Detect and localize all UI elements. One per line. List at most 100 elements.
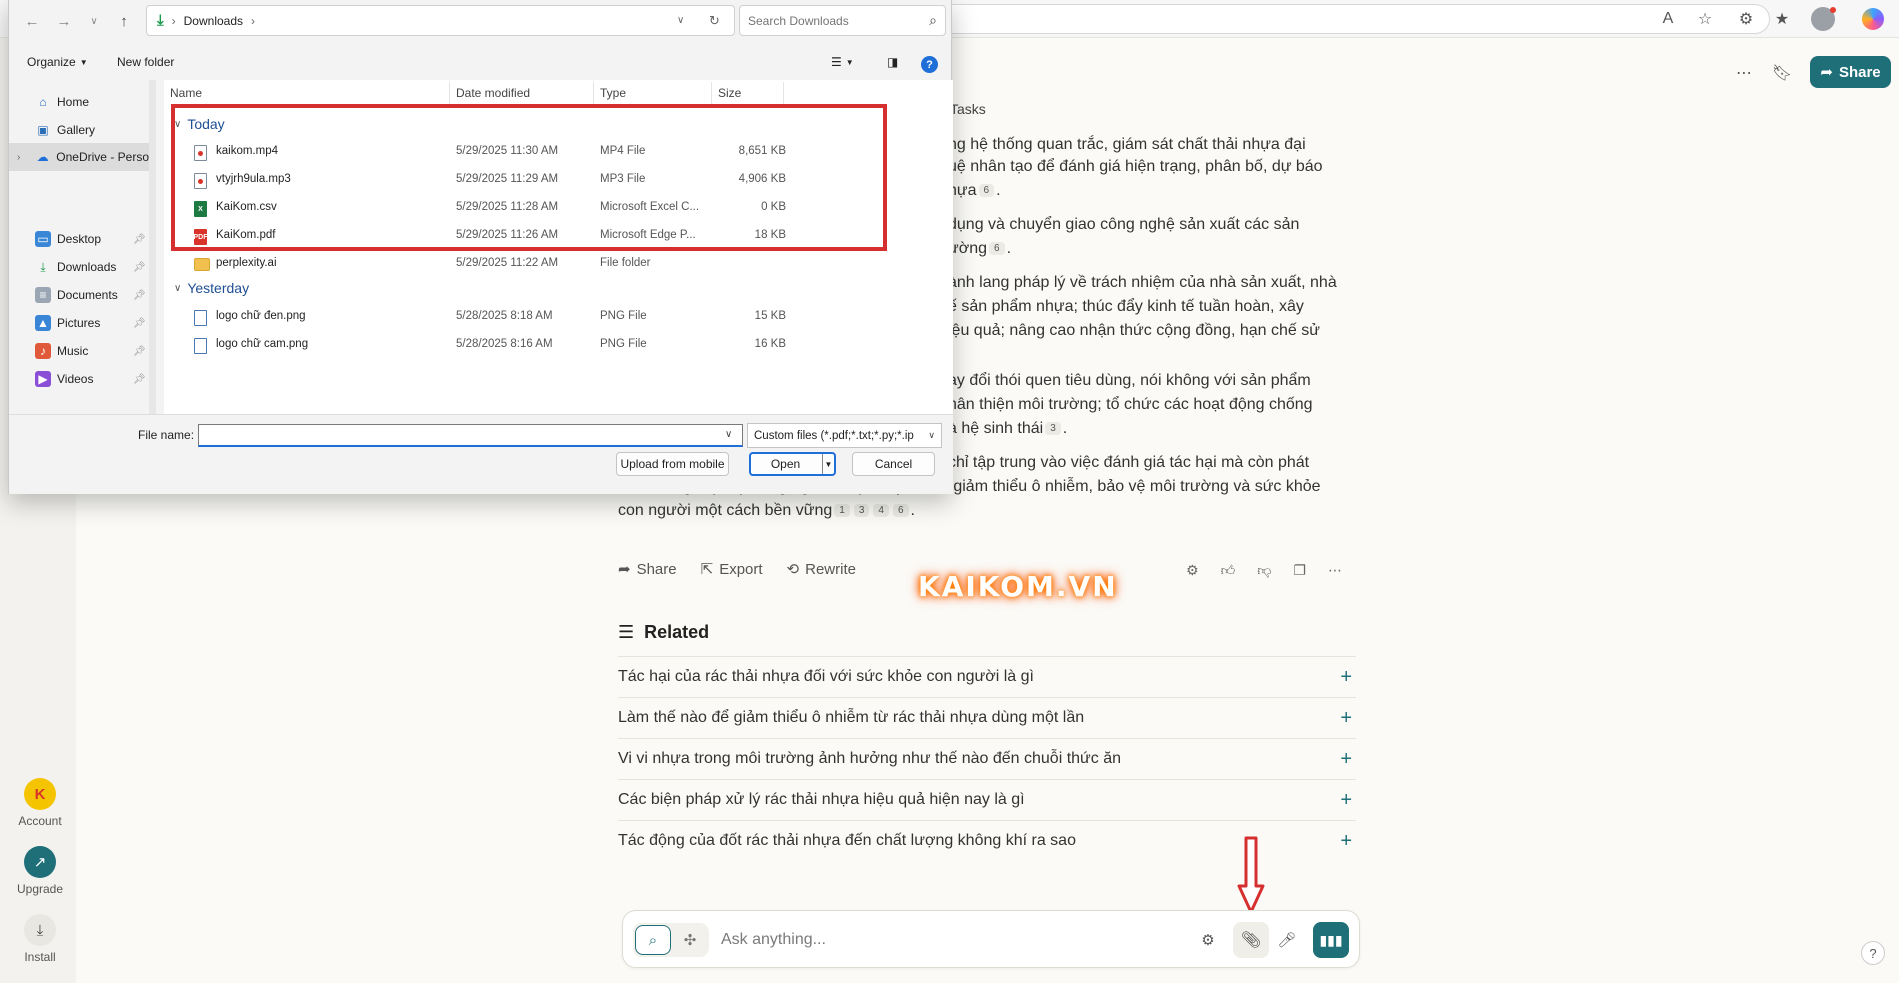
file-row[interactable]: perplexity.ai 5/29/2025 11:22 AM File fold… <box>164 250 804 277</box>
path-segment-downloads[interactable]: Downloads <box>184 14 243 28</box>
bookmark-icon[interactable]: 🔖︎ <box>1771 62 1793 84</box>
upload-from-mobile-button[interactable]: Upload from mobile <box>616 452 729 476</box>
column-date-modified[interactable]: Date modified <box>450 82 594 104</box>
file-row[interactable]: kaikom.mp4 5/29/2025 11:30 AM MP4 File 8,65… <box>164 138 804 165</box>
citation-badge[interactable]: 1 <box>834 504 850 518</box>
new-folder-button[interactable]: New folder <box>117 55 174 69</box>
group-yesterday[interactable]: ∨ Yesterday <box>174 280 249 296</box>
model-chip-icon[interactable]: ⚙ <box>1186 562 1199 579</box>
file-row[interactable]: PDF KaiKom.pdf 5/29/2025 11:26 AM Microsoft… <box>164 222 804 249</box>
answer-line: ành lang pháp lý về trách nhiệm của nhà … <box>948 274 1337 292</box>
related-item[interactable]: Tác hại của rác thải nhựa đối với sức kh… <box>618 656 1356 697</box>
navigation-pane-scrollbar[interactable] <box>149 80 156 414</box>
open-button[interactable]: Open ▼ <box>749 452 836 476</box>
sidebar-item-pictures[interactable]: ▲ Pictures 📌︎ <box>9 309 149 337</box>
search-mode-icon[interactable]: ⌕ <box>635 925 671 955</box>
preview-pane-icon[interactable]: ◨ <box>887 55 898 69</box>
file-row[interactable]: logo chữ đen.png 5/28/2025 8:18 AM PNG Fil… <box>164 303 804 330</box>
column-type[interactable]: Type <box>594 82 712 104</box>
related-item[interactable]: Các biện pháp xử lý rác thải nhựa hiệu q… <box>618 779 1356 820</box>
sidebar-item-music[interactable]: ♪ Music 📌︎ <box>9 337 149 365</box>
dialog-help-icon[interactable]: ? <box>921 56 938 73</box>
answer-line: hân thiện môi trường; tổ chức các hoạt đ… <box>948 396 1313 414</box>
extensions-icon[interactable]: ⚙ <box>1735 8 1757 30</box>
related-heading: ☰ Related <box>618 622 710 642</box>
thumbs-down-icon[interactable]: 👎︎ <box>1257 562 1271 579</box>
sidebar-item-documents[interactable]: ≡ Documents 📌︎ <box>9 281 149 309</box>
rail-account[interactable]: K Account <box>0 778 80 828</box>
copilot-icon[interactable] <box>1862 8 1884 30</box>
more-options-icon[interactable]: ⋯ <box>1733 62 1755 84</box>
pin-icon: 📌︎ <box>133 261 146 273</box>
sidebar-item-home[interactable]: ⌂ Home <box>9 88 149 116</box>
refresh-icon[interactable]: ↻ <box>709 6 720 35</box>
forward-arrow-icon[interactable]: → <box>53 10 75 32</box>
view-list-icon: ☰ <box>831 55 842 69</box>
expand-chevron-icon[interactable]: › <box>17 152 20 163</box>
export-button[interactable]: ⇱ Export <box>701 560 763 579</box>
file-type-filter[interactable]: Custom files (*.pdf;*.txt;*.py;*.ip ∨ <box>747 423 942 448</box>
answer-line: ế sản phẩm nhựa; thúc đẩy kinh tế tuần h… <box>948 298 1304 316</box>
citation-badge[interactable]: 3 <box>1045 422 1061 436</box>
cancel-button[interactable]: Cancel <box>852 452 935 476</box>
file-row[interactable]: X KaiKom.csv 5/29/2025 11:28 AM Microsoft E… <box>164 194 804 221</box>
watermark: KAIKOM.VN <box>918 570 1118 603</box>
answer-line: uệ nhân tạo để đánh giá hiện trạng, phân… <box>948 158 1323 176</box>
open-split-arrow-icon[interactable]: ▼ <box>822 454 834 474</box>
file-row[interactable]: logo chữ cam.png 5/28/2025 8:16 AM PNG Fil… <box>164 331 804 358</box>
ask-input[interactable] <box>721 925 1161 955</box>
more-icon[interactable]: ⋯ <box>1328 562 1342 579</box>
tab-tasks[interactable]: Tasks <box>950 101 986 117</box>
citation-badge[interactable]: 3 <box>853 504 870 518</box>
up-arrow-icon[interactable]: ↑ <box>113 10 135 32</box>
plus-icon: + <box>1340 706 1352 729</box>
citation-badge[interactable]: 6 <box>989 242 1005 256</box>
file-name-dropdown-icon[interactable]: ∨ <box>725 429 732 440</box>
organize-button[interactable]: Organize ▼ <box>27 55 88 69</box>
file-size: 18 KB <box>754 229 786 241</box>
attach-file-button[interactable]: 📎︎ <box>1233 922 1269 958</box>
citation-badge[interactable]: 6 <box>892 504 909 518</box>
sidebar-item-videos[interactable]: ▶ Videos 📌︎ <box>9 365 149 393</box>
related-item[interactable]: Làm thế nào để giảm thiểu ô nhiễm từ rác… <box>618 697 1356 738</box>
share-answer-button[interactable]: ➦ Share <box>618 560 677 579</box>
answer-line: chỉ tập trung vào việc đánh giá tác hại … <box>948 454 1309 472</box>
group-today[interactable]: ∨ Today <box>174 116 225 132</box>
sidebar-item-downloads[interactable]: ⤓ Downloads 📌︎ <box>9 253 149 281</box>
favorite-star-icon[interactable]: ☆ <box>1694 8 1716 30</box>
citation-badge[interactable]: 6 <box>978 184 995 198</box>
back-arrow-icon[interactable]: ← <box>21 10 43 32</box>
file-name-input[interactable] <box>198 424 743 447</box>
sidebar-item-gallery[interactable]: ▣ Gallery <box>9 116 149 144</box>
file-list: Name Date modified Type Size ∨ Today ∨ Y… <box>164 80 953 414</box>
column-name[interactable]: Name <box>164 82 450 104</box>
file-row[interactable]: vtyjrh9ula.mp3 5/29/2025 11:29 AM MP3 File… <box>164 166 804 193</box>
rail-install[interactable]: ⤓ Install <box>0 914 80 964</box>
share-button[interactable]: ➦ Share <box>1810 56 1891 88</box>
account-logo-icon: K <box>24 778 56 810</box>
rail-upgrade[interactable]: ↗ Upgrade <box>0 846 80 896</box>
sidebar-item-onedrive[interactable]: › ☁ OneDrive - Perso <box>9 143 149 171</box>
citation-badge[interactable]: 4 <box>873 504 889 518</box>
microphone-icon[interactable]: 🎤︎ <box>1274 927 1300 953</box>
plus-icon: + <box>1340 788 1352 811</box>
search-icon[interactable]: ⌕ <box>929 12 937 29</box>
thumbs-up-icon[interactable]: 👍︎ <box>1221 562 1236 579</box>
voice-mode-button[interactable]: ▮▮▮ <box>1313 922 1349 958</box>
favorites-icon[interactable]: ★ <box>1771 8 1793 30</box>
model-select-icon[interactable]: ⚙ <box>1195 927 1221 953</box>
help-button[interactable]: ? <box>1861 941 1885 965</box>
path-dropdown-icon[interactable]: ∨ <box>677 6 684 35</box>
path-bar[interactable]: ⤓ › Downloads › ∨ ↻ <box>146 5 735 36</box>
research-mode-icon[interactable]: ✣ <box>673 925 707 955</box>
column-size[interactable]: Size <box>712 82 784 104</box>
copy-icon[interactable]: ❐ <box>1293 562 1306 579</box>
read-aloud-icon[interactable]: A <box>1657 8 1679 30</box>
sidebar-item-desktop[interactable]: ▭ Desktop 📌︎ <box>9 225 149 253</box>
recent-locations-chevron-icon[interactable]: ∨ <box>83 10 105 32</box>
rewrite-button[interactable]: ⟲ Rewrite <box>787 560 856 579</box>
search-input[interactable] <box>748 13 918 28</box>
related-item[interactable]: Vi vi nhựa trong môi trường ảnh hưởng nh… <box>618 738 1356 779</box>
view-options-button[interactable]: ☰ ▼ <box>831 55 854 69</box>
file-type: MP3 File <box>600 173 646 185</box>
